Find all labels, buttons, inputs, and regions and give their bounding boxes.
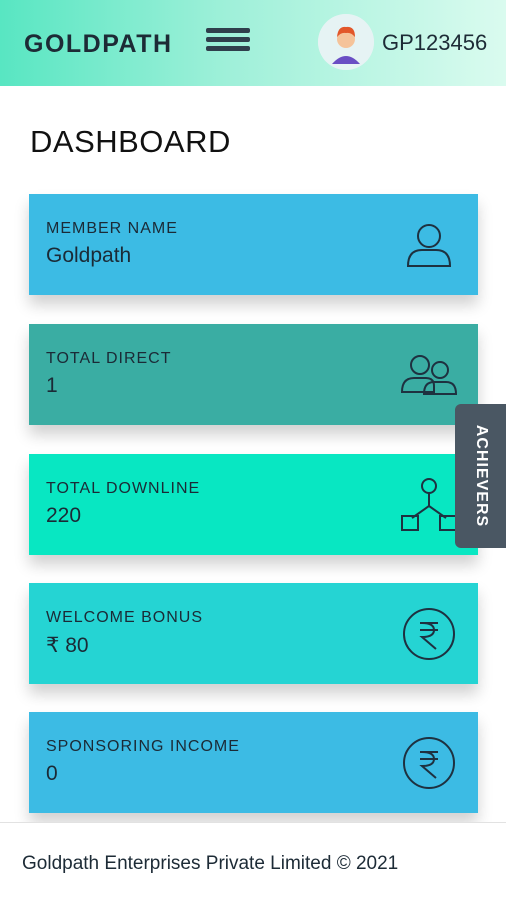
card-label: SPONSORING INCOME: [46, 738, 240, 755]
sponsoring-income-card[interactable]: SPONSORING INCOME 0: [29, 712, 478, 813]
avatar[interactable]: [318, 14, 374, 70]
user-id[interactable]: GP123456: [382, 30, 487, 56]
member-name-card[interactable]: MEMBER NAME Goldpath: [29, 194, 478, 295]
card-label: TOTAL DOWNLINE: [46, 480, 201, 497]
card-value: 220: [46, 504, 82, 527]
rupee-icon: [400, 734, 458, 792]
footer: Goldpath Enterprises Private Limited © 2…: [0, 822, 506, 900]
card-value: 0: [46, 762, 58, 785]
hamburger-menu-icon[interactable]: [206, 28, 250, 56]
users-icon: [400, 346, 458, 404]
card-value: ₹ 80: [46, 634, 89, 657]
top-navbar: GOLDPATH GP123456: [0, 0, 506, 86]
user-icon: [400, 216, 458, 274]
achievers-tab-label: ACHIEVERS: [472, 424, 490, 528]
card-label: MEMBER NAME: [46, 220, 178, 237]
total-downline-card[interactable]: TOTAL DOWNLINE 220: [29, 454, 478, 555]
card-value: 1: [46, 374, 58, 397]
rupee-icon: [400, 605, 458, 663]
total-direct-card[interactable]: TOTAL DIRECT 1: [29, 324, 478, 425]
network-icon: [400, 476, 458, 534]
page-title: DASHBOARD: [30, 124, 231, 159]
brand-logo-text[interactable]: GOLDPATH: [24, 30, 173, 59]
footer-text: Goldpath Enterprises Private Limited © 2…: [22, 853, 399, 874]
card-value: Goldpath: [46, 244, 132, 267]
card-label: TOTAL DIRECT: [46, 350, 172, 367]
achievers-tab[interactable]: ACHIEVERS: [455, 404, 506, 548]
card-label: WELCOME BONUS: [46, 609, 204, 626]
welcome-bonus-card[interactable]: WELCOME BONUS ₹ 80: [29, 583, 478, 684]
